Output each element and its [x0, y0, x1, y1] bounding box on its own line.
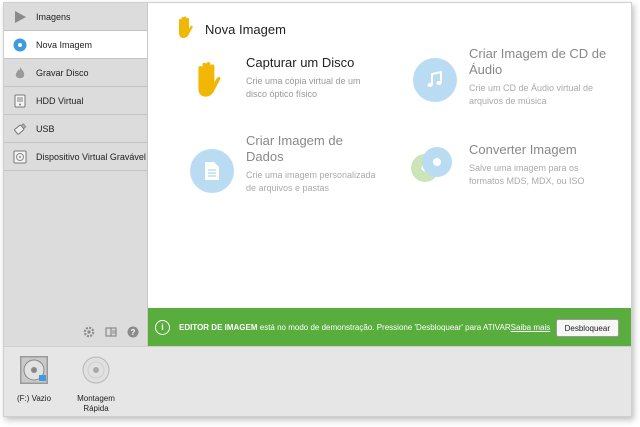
card-description: Crie um CD de Áudio virtual de arquivos … — [469, 83, 594, 106]
sidebar-item-label: USB — [36, 123, 55, 134]
card-description: Crie uma cópia virtual de um disco óptic… — [246, 76, 361, 99]
virtual-drive-f[interactable]: (F:) Vazio — [12, 355, 56, 404]
banner-message: EDITOR DE IMAGEM está no modo de demonst… — [179, 322, 511, 332]
hand-icon — [192, 59, 224, 104]
sidebar-item-virtual-hdd[interactable]: HDD Virtual — [4, 87, 147, 115]
music-note-icon — [413, 58, 457, 102]
convert-discs-icon — [410, 144, 456, 191]
info-icon: i — [155, 319, 170, 335]
card-description: Crie uma imagem personalizada de arquivo… — [246, 170, 376, 193]
svg-text:?: ? — [131, 328, 136, 337]
hdd-icon — [12, 93, 28, 109]
sidebar-item-new-image[interactable]: Nova Imagem — [4, 31, 147, 59]
flame-icon — [12, 65, 28, 81]
sidebar-footer-tools: ? — [4, 324, 147, 340]
usb-icon — [12, 121, 28, 137]
drive-label: Montagem Rápida — [77, 394, 115, 413]
drive-label: (F:) Vazio — [16, 394, 52, 403]
sidebar-item-usb[interactable]: USB — [4, 115, 147, 143]
layout-icon[interactable] — [105, 326, 117, 338]
sidebar-item-burn-disc[interactable]: Gravar Disco — [4, 59, 147, 87]
quick-mount[interactable]: Montagem Rápida — [70, 355, 122, 414]
hand-icon — [175, 15, 195, 44]
card-description: Salve uma imagem para os formatos MDS, M… — [469, 163, 585, 186]
sidebar: Imagens Nova Imagem Gravar Disco HDD Vir… — [4, 3, 148, 346]
sidebar-item-images[interactable]: Imagens — [4, 3, 147, 31]
drives-bar: (F:) Vazio Montagem Rápida — [4, 346, 631, 416]
virtual-drive-icon — [19, 355, 49, 390]
sidebar-item-label: Nova Imagem — [36, 39, 93, 50]
card-title: Capturar um Disco — [246, 55, 355, 70]
main-panel: Nova Imagem Capturar um Disco Crie uma c… — [148, 3, 631, 308]
card-title: Criar Imagem de CD de Áudio — [469, 46, 607, 77]
card-title: Converter Imagem — [469, 142, 577, 157]
sidebar-item-label: Imagens — [36, 11, 71, 22]
sidebar-item-label: HDD Virtual — [36, 95, 84, 106]
help-icon[interactable]: ? — [127, 326, 139, 338]
unlock-button[interactable]: Desbloquear — [555, 319, 619, 337]
quick-mount-icon — [81, 355, 111, 390]
disc-blue-icon — [12, 37, 28, 53]
writable-device-icon — [12, 149, 28, 165]
document-icon — [190, 149, 234, 193]
play-icon — [12, 9, 28, 25]
sidebar-item-label: Gravar Disco — [36, 67, 89, 78]
gear-icon[interactable] — [83, 326, 95, 338]
demo-mode-banner: i EDITOR DE IMAGEM está no modo de demon… — [148, 308, 631, 346]
sidebar-item-writable-virtual-device[interactable]: Dispositivo Virtual Gravável — [4, 143, 147, 171]
app-window: Imagens Nova Imagem Gravar Disco HDD Vir… — [3, 2, 632, 417]
page-title: Nova Imagem — [175, 15, 286, 44]
sidebar-item-label: Dispositivo Virtual Gravável — [36, 151, 146, 162]
learn-more-link[interactable]: Saiba mais — [511, 323, 551, 332]
card-title: Criar Imagem de Dados — [246, 133, 343, 164]
